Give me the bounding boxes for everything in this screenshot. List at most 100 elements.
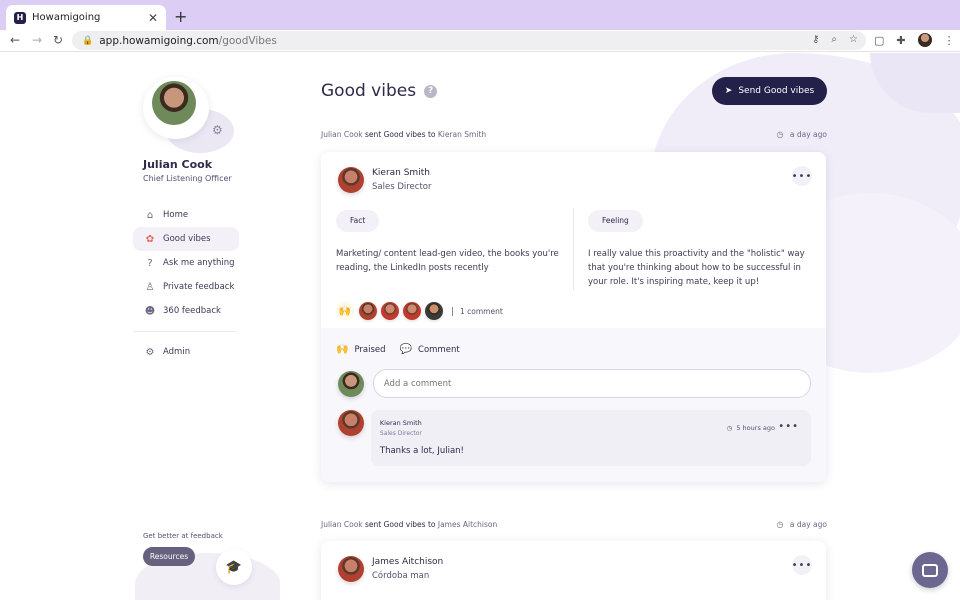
good-vibes-card: James Aitchison Córdoba man ••• [321,541,826,600]
lock-icon: 🔒 [82,35,94,46]
comment-bubble: Kieran Smith Sales Director ◷ 5 hours ago… [370,410,811,466]
sidebar-item-good-vibes[interactable]: ✿ Good vibes [133,227,239,251]
help-icon[interactable]: ? [424,84,438,98]
comment-text: Thanks a lot, Julian! [379,446,464,456]
comment-author-role: Sales Director [379,430,422,437]
card-header: Kieran Smith Sales Director ••• [321,152,826,208]
get-better-text: Get better at feedback [143,532,223,540]
kebab-menu-icon[interactable]: ⋮ [944,34,955,47]
address-bar: ← → ↻ 🔒 app.howamigoing.com/goodVibes ⚷ … [0,30,960,52]
extension-box-icon[interactable]: ▢ [874,34,884,47]
sidebar-item-ask-me-anything[interactable]: ? Ask me anything [133,251,239,275]
fact-section: Fact Marketing/ content lead-gen video, … [336,208,561,275]
avatar[interactable] [338,167,364,193]
sidebar-item-label: Good vibes [163,234,211,244]
more-options-button[interactable]: ••• [792,166,812,186]
sidebar-item-admin[interactable]: ⚙ Admin [133,340,239,364]
avatar[interactable] [425,302,443,320]
comment-label: Comment [418,344,460,355]
person-icon: ♙ [145,281,155,293]
clap-icon[interactable]: 🙌 [336,302,354,320]
clock-icon: ◷ [776,130,784,139]
reload-icon[interactable]: ↻ [53,33,63,47]
clap-icon: 🙌 [336,344,349,355]
praised-label: Praised [354,344,386,355]
avatar[interactable] [359,302,377,320]
fact-text: Marketing/ content lead-gen video, the b… [336,249,559,273]
key-icon[interactable]: ⚷ [812,34,819,45]
feed-verb: sent Good vibes to [365,520,436,529]
close-icon[interactable]: ✕ [148,11,158,25]
comment-more-button[interactable]: ••• [778,421,799,432]
sidebar-divider [133,331,237,332]
send-good-vibes-label: Send Good vibes [738,86,815,96]
gear-icon: ⚙ [145,346,155,358]
user-avatar[interactable] [152,81,196,125]
back-icon[interactable]: ← [10,33,20,47]
sender-link[interactable]: Julian Cook [321,520,363,529]
new-tab-icon[interactable]: + [174,7,187,26]
comment-button[interactable]: 💬 Comment [400,344,460,355]
forward-icon[interactable]: → [32,33,42,47]
avatar[interactable] [338,410,364,436]
paper-plane-icon: ➤ [724,86,733,96]
fact-label: Fact [336,210,380,232]
recipient-name[interactable]: James Aitchison [372,557,443,567]
sidebar: ⚙ Julian Cook Chief Listening Officer ⌂ … [0,53,280,600]
user-name: Julian Cook [143,158,213,171]
feed-time: a day ago [789,520,827,529]
recipient-link[interactable]: James Aitchison [438,520,497,529]
card-content: Fact Marketing/ content lead-gen video, … [321,208,826,328]
url-field[interactable]: 🔒 app.howamigoing.com/goodVibes ⚷ ⌕ ☆ [72,31,866,50]
recipient-name[interactable]: Kieran Smith [372,168,430,178]
avatar[interactable] [338,556,364,582]
recipient-link[interactable]: Kieran Smith [438,130,486,139]
divider [452,306,453,316]
sender-link[interactable]: Julian Cook [321,130,363,139]
browser-tab[interactable]: H Howamigoing ✕ [6,5,166,30]
sidebar-item-private-feedback[interactable]: ♙ Private feedback [133,275,239,299]
page-title-text: Good vibes [321,81,417,101]
comment-author[interactable]: Kieran Smith [380,419,422,427]
feeling-label: Feeling [588,210,643,232]
comment-count-link[interactable]: 1 comment [460,307,503,316]
home-icon: ⌂ [146,209,154,221]
feed-item-meta: Julian Cook sent Good vibes to Kieran Sm… [321,130,827,139]
feeling-section: Feeling I really value this proactivity … [588,208,808,289]
feed-time: a day ago [789,130,827,139]
sidebar-nav: ⌂ Home ✿ Good vibes ? Ask me anything ♙ … [133,203,239,364]
comment-time-text: 5 hours ago [736,424,775,432]
browser-tabbar: H Howamigoing ✕ + [0,0,960,30]
page-title: Good vibes ? [321,81,438,101]
comment-item: Kieran Smith Sales Director ◷ 5 hours ago… [336,410,811,466]
comment-time: ◷ 5 hours ago [727,424,775,432]
group-icon: ☻ [144,305,156,317]
url-path: /goodVibes [218,34,277,47]
resources-button[interactable]: Resources [143,547,195,566]
comment-input[interactable] [372,369,811,398]
card-footer: 🙌 Praised 💬 Comment Kieran Smith Sales D… [321,328,826,482]
praised-button[interactable]: 🙌 Praised [336,344,386,355]
more-options-button[interactable]: ••• [792,555,812,575]
bookmark-star-icon[interactable]: ☆ [849,34,858,45]
sidebar-item-360-feedback[interactable]: ☻ 360 feedback [133,299,239,323]
tab-title: Howamigoing [32,12,101,23]
speech-bubble-icon: 💬 [399,344,413,355]
sidebar-item-label: 360 feedback [163,306,221,316]
recipient-role: Córdoba man [372,571,430,581]
chat-widget-button[interactable] [912,552,948,588]
comment-composer [336,369,811,398]
gear-icon[interactable]: ⚙ [212,123,223,137]
clock-icon: ◷ [726,424,733,432]
puzzle-icon[interactable]: ✚ [896,34,905,47]
avatar[interactable] [403,302,421,320]
send-good-vibes-button[interactable]: ➤ Send Good vibes [712,77,827,105]
sidebar-item-label: Home [163,210,189,220]
avatar [338,370,364,397]
profile-avatar-icon[interactable] [917,33,932,47]
feeling-text: I really value this proactivity and the … [588,249,805,287]
avatar[interactable] [381,302,399,320]
sidebar-item-home[interactable]: ⌂ Home [133,203,239,227]
sidebar-item-label: Ask me anything [163,258,235,268]
zoom-icon[interactable]: ⌕ [831,34,837,45]
